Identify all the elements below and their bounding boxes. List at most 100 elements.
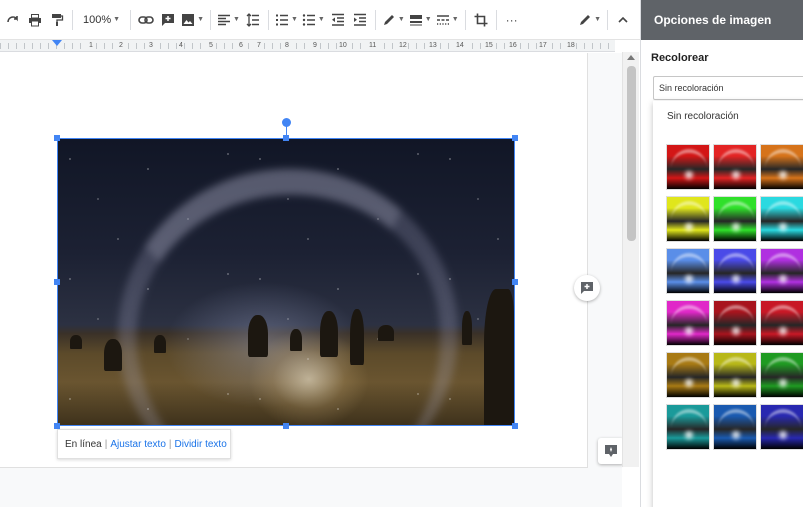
toolbar-divider — [72, 9, 73, 30]
resize-handle-top-left[interactable] — [54, 135, 60, 141]
ruler-number: 11 — [368, 41, 378, 50]
comment-plus-icon — [162, 13, 175, 26]
zoom-select[interactable]: 100% ▼ — [77, 6, 126, 34]
recolor-swatch[interactable] — [666, 144, 710, 190]
border-dash-button[interactable]: ▼ — [434, 6, 461, 34]
chevron-down-icon: ▼ — [594, 16, 601, 23]
recolor-swatch[interactable] — [666, 248, 710, 294]
image-wrap-options: En línea | Ajustar texto | Dividir texto — [57, 429, 231, 459]
recolor-swatch[interactable] — [760, 404, 803, 450]
numbered-list-button[interactable]: ▼ — [273, 6, 300, 34]
paint-format-button[interactable] — [46, 6, 68, 34]
chevron-down-icon: ▼ — [317, 16, 325, 23]
indent-marker-icon[interactable] — [52, 40, 62, 46]
ruler-number: 17 — [538, 41, 548, 50]
toolbar-divider — [607, 9, 608, 30]
toolbar-divider — [464, 9, 466, 30]
toolbar: 100% ▼ ▼ ▼ ▼ ▼ ▼ ▼ ▼ ··· ▼ — [0, 0, 640, 40]
align-button[interactable]: ▼ — [215, 6, 242, 34]
recolor-swatch[interactable] — [760, 352, 803, 398]
recolor-swatch[interactable] — [713, 404, 757, 450]
chevron-down-icon: ▼ — [233, 16, 240, 23]
add-comment-button[interactable] — [157, 6, 179, 34]
insert-link-button[interactable] — [135, 6, 157, 34]
image-icon — [182, 13, 195, 26]
vertical-scrollbar[interactable] — [622, 52, 639, 467]
horizontal-ruler[interactable]: 1 2 3 4 5 6 7 8 9 10 11 12 13 14 15 16 1… — [0, 40, 615, 52]
resize-handle-bottom-right[interactable] — [512, 423, 518, 429]
wrap-inline-option[interactable]: En línea — [65, 439, 102, 450]
wrap-separator: | — [104, 438, 108, 450]
image-options-panel: Opciones de imagen Recolorear Sin recolo… — [640, 0, 803, 507]
recolor-swatch[interactable] — [760, 300, 803, 346]
resize-handle-right[interactable] — [512, 279, 518, 285]
numbered-list-icon — [275, 14, 288, 25]
pencil-icon — [383, 14, 394, 25]
redo-icon — [7, 15, 18, 22]
chevron-down-icon: ▼ — [197, 16, 205, 23]
link-icon — [138, 15, 154, 24]
ruler-number: 12 — [398, 41, 408, 50]
chevron-down-icon: ▼ — [113, 16, 121, 23]
recolor-swatch[interactable] — [760, 196, 803, 242]
border-weight-icon — [409, 14, 422, 25]
crop-button[interactable] — [470, 6, 492, 34]
recolor-swatch[interactable] — [713, 300, 757, 346]
add-comment-float-button[interactable] — [574, 275, 600, 301]
recolor-swatch[interactable] — [713, 248, 757, 294]
ruler-number: 6 — [238, 41, 244, 50]
line-spacing-button[interactable] — [242, 6, 264, 34]
no-recolor-option[interactable]: Sin recoloración — [667, 111, 739, 122]
recolor-swatch[interactable] — [713, 352, 757, 398]
decrease-indent-button[interactable] — [327, 6, 349, 34]
wrap-text-option[interactable]: Ajustar texto — [110, 439, 166, 450]
increase-indent-button[interactable] — [349, 6, 371, 34]
scroll-thumb[interactable] — [627, 66, 636, 241]
resize-handle-left[interactable] — [54, 279, 60, 285]
toolbar-divider — [130, 9, 132, 30]
recolor-swatch[interactable] — [760, 144, 803, 190]
increase-indent-icon — [353, 13, 366, 26]
line-spacing-icon — [246, 12, 259, 27]
chevron-down-icon: ▼ — [290, 16, 298, 23]
break-text-option[interactable]: Dividir texto — [175, 439, 227, 450]
align-left-icon — [218, 14, 231, 25]
scroll-up-icon[interactable] — [627, 55, 635, 60]
rotate-handle[interactable] — [282, 118, 291, 127]
resize-handle-top-right[interactable] — [512, 135, 518, 141]
toolbar-divider — [267, 9, 269, 30]
recolor-swatch[interactable] — [666, 352, 710, 398]
editing-mode-button[interactable]: ▼ — [576, 6, 603, 34]
more-icon: ··· — [505, 12, 518, 27]
resize-handle-top[interactable] — [283, 135, 289, 141]
explore-icon — [605, 445, 617, 457]
pencil-icon — [580, 14, 591, 25]
docs-window: 100% ▼ ▼ ▼ ▼ ▼ ▼ ▼ ▼ ··· ▼ 1 2 3 4 5 6 7… — [0, 0, 803, 507]
resize-handle-bottom[interactable] — [283, 423, 289, 429]
recolor-swatch[interactable] — [666, 300, 710, 346]
more-options-button[interactable]: ··· — [501, 6, 523, 34]
toolbar-divider — [374, 9, 376, 30]
recolor-select[interactable]: Sin recoloración — [653, 76, 803, 100]
bulleted-list-button[interactable]: ▼ — [300, 6, 327, 34]
chevron-down-icon: ▼ — [451, 16, 459, 23]
ruler-number: 8 — [284, 41, 290, 50]
redo-button[interactable] — [2, 6, 24, 34]
toolbar-divider — [495, 9, 497, 30]
explore-button[interactable] — [598, 438, 624, 464]
recolor-swatch[interactable] — [713, 144, 757, 190]
ruler-number: 18 — [566, 41, 576, 50]
border-weight-button[interactable]: ▼ — [407, 6, 434, 34]
ruler-number: 10 — [338, 41, 348, 50]
border-color-button[interactable]: ▼ — [380, 6, 407, 34]
recolor-swatch[interactable] — [713, 196, 757, 242]
ruler-number: 9 — [312, 41, 318, 50]
recolor-swatch[interactable] — [666, 196, 710, 242]
ruler-number: 5 — [208, 41, 214, 50]
recolor-swatch[interactable] — [666, 404, 710, 450]
recolor-swatch[interactable] — [760, 248, 803, 294]
collapse-toolbar-button[interactable] — [612, 6, 634, 34]
chevron-down-icon: ▼ — [397, 16, 405, 23]
print-button[interactable] — [24, 6, 46, 34]
insert-image-button[interactable]: ▼ — [179, 6, 206, 34]
